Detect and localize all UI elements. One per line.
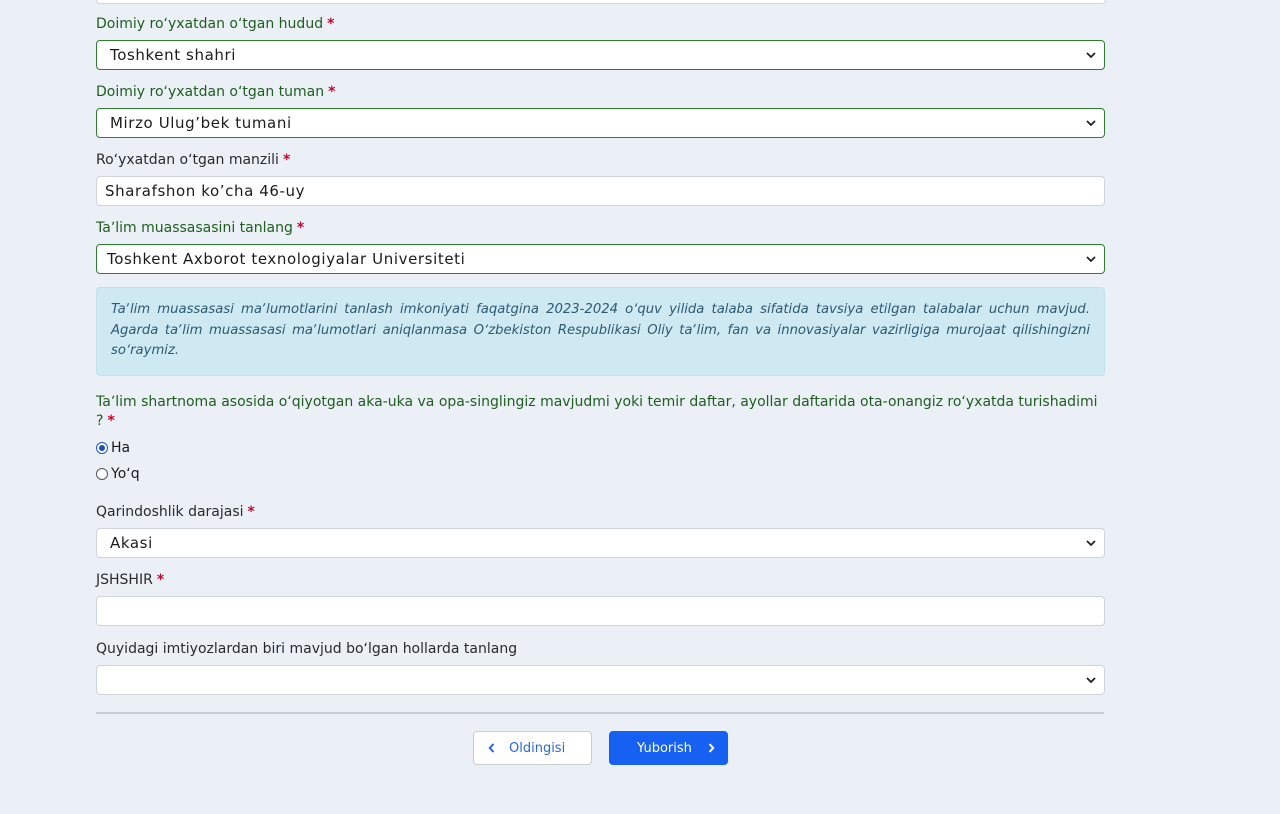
privileges-label: Quyidagi imtiyozlardan biri mavjud boʻlg… <box>96 641 518 657</box>
privileges-field: Quyidagi imtiyozlardan biri mavjud boʻlg… <box>96 640 1105 695</box>
form-divider <box>96 712 1104 714</box>
jshshir-field: JSHSHIR * <box>96 571 1105 626</box>
required-mark: * <box>156 572 165 588</box>
kinship-select[interactable]: Akasi <box>96 528 1105 558</box>
radio-no-button[interactable] <box>96 468 108 480</box>
sibling-question-label: Taʼlim shartnoma asosida oʻqiyotgan aka-… <box>96 394 1098 429</box>
application-form-page: Doimiy roʻyxatdan oʻtgan hudud * Toshkent… <box>0 0 1280 814</box>
region-select-value: Toshkent shahri <box>110 46 237 64</box>
privileges-select[interactable] <box>96 665 1105 695</box>
chevron-down-icon <box>1084 666 1098 694</box>
region-label: Doimiy roʻyxatdan oʻtgan hudud * <box>96 16 335 32</box>
chevron-down-icon <box>1084 245 1098 273</box>
district-select[interactable]: Mirzo Ulug’bek tumani <box>96 108 1105 138</box>
required-mark: * <box>282 152 291 168</box>
chevron-left-icon <box>488 743 495 753</box>
jshshir-input[interactable] <box>96 596 1105 626</box>
institution-field: Taʼlim muassasasini tanlang * Toshkent Ax… <box>96 219 1105 274</box>
required-mark: * <box>107 413 115 429</box>
previous-button[interactable]: Oldingisi <box>473 731 592 765</box>
address-input[interactable]: Sharafshon ko’cha 46-uy <box>96 176 1105 206</box>
info-alert: Taʼlim muassasasi maʼlumotlarini tanlash… <box>96 287 1105 376</box>
address-field: Roʻyxatdan oʻtgan manzili * Sharafshon ko… <box>96 151 1105 206</box>
required-mark: * <box>247 504 255 520</box>
radio-yes-button[interactable] <box>96 442 108 454</box>
radio-yes-label: Ha <box>111 440 131 456</box>
jshshir-label: JSHSHIR * <box>96 572 165 588</box>
chevron-right-icon <box>708 743 715 753</box>
required-mark: * <box>327 16 335 32</box>
kinship-label: Qarindoshlik darajasi * <box>96 504 255 520</box>
submit-button[interactable]: Yuborish <box>609 731 728 765</box>
institution-label: Taʼlim muassasasini tanlang * <box>96 220 305 236</box>
institution-select[interactable]: Toshkent Axborot texnologiyalar Universi… <box>96 244 1105 274</box>
district-field: Doimiy roʻyxatdan oʻtgan tuman * Mirzo Ul… <box>96 83 1105 138</box>
radio-option-no[interactable]: Yoʻq <box>96 466 140 482</box>
district-select-value: Mirzo Ulug’bek tumani <box>110 114 292 132</box>
region-select[interactable]: Toshkent shahri <box>96 40 1105 70</box>
address-label: Roʻyxatdan oʻtgan manzili * <box>96 152 291 168</box>
required-mark: * <box>328 84 336 100</box>
submit-button-label: Yuborish <box>637 740 692 756</box>
chevron-down-icon <box>1084 41 1098 69</box>
kinship-select-value: Akasi <box>110 534 153 552</box>
previous-field-edge <box>96 0 1106 4</box>
radio-no-label: Yoʻq <box>111 466 140 482</box>
address-input-value: Sharafshon ko’cha 46-uy <box>105 182 306 200</box>
previous-button-label: Oldingisi <box>509 740 566 756</box>
required-mark: * <box>296 220 305 236</box>
institution-select-value: Toshkent Axborot texnologiyalar Universi… <box>107 250 466 268</box>
region-field: Doimiy roʻyxatdan oʻtgan hudud * Toshkent… <box>96 15 1105 70</box>
chevron-down-icon <box>1084 109 1098 137</box>
radio-option-yes[interactable]: Ha <box>96 440 130 456</box>
kinship-field: Qarindoshlik darajasi * Akasi <box>96 503 1105 558</box>
chevron-down-icon <box>1084 529 1098 557</box>
district-label: Doimiy roʻyxatdan oʻtgan tuman * <box>96 84 336 100</box>
